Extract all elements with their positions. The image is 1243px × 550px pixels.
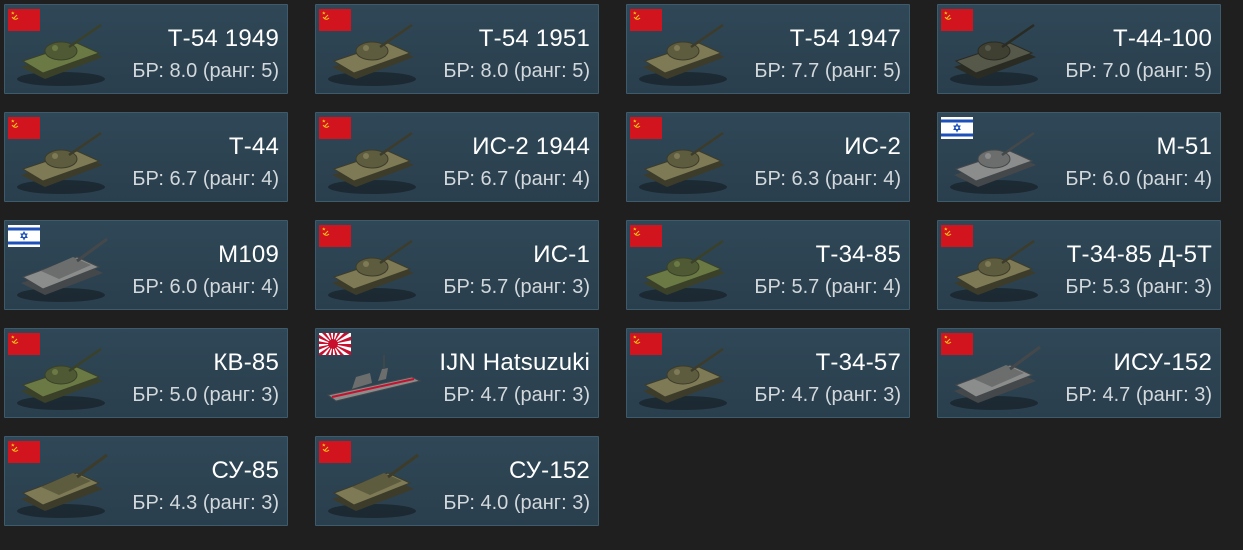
vehicle-battle-rating: БР: 7.0 (ранг: 5): [1065, 60, 1212, 82]
vehicle-battle-rating: БР: 8.0 (ранг: 5): [132, 60, 279, 82]
ussr-flag: [630, 225, 662, 247]
vehicle-battle-rating: БР: 8.0 (ранг: 5): [443, 60, 590, 82]
vehicle-battle-rating: БР: 4.0 (ранг: 3): [443, 492, 590, 514]
vehicle-battle-rating: БР: 7.7 (ранг: 5): [754, 60, 901, 82]
ussr-flag: [8, 9, 40, 31]
vehicle-card[interactable]: ИС-2 1944 БР: 6.7 (ранг: 4): [315, 112, 599, 202]
ussr-flag: [941, 333, 973, 355]
vehicle-name: ИС-1: [533, 241, 590, 268]
vehicle-battle-rating: БР: 6.3 (ранг: 4): [754, 168, 901, 190]
japan-flag: [319, 333, 351, 355]
vehicle-name: Т-54 1951: [478, 25, 590, 52]
vehicle-name: Т-34-85 Д-5Т: [1066, 241, 1212, 268]
vehicle-name: IJN Hatsuzuki: [439, 349, 590, 376]
vehicle-battle-rating: БР: 4.7 (ранг: 3): [754, 384, 901, 406]
vehicle-battle-rating: БР: 5.7 (ранг: 3): [443, 276, 590, 298]
vehicle-name: M-51: [1156, 133, 1212, 160]
vehicle-name: ИСУ-152: [1113, 349, 1212, 376]
ussr-flag: [941, 225, 973, 247]
vehicle-battle-rating: БР: 5.0 (ранг: 3): [132, 384, 279, 406]
vehicle-card[interactable]: СУ-152 БР: 4.0 (ранг: 3): [315, 436, 599, 526]
ussr-flag: [319, 117, 351, 139]
vehicle-card[interactable]: M109 БР: 6.0 (ранг: 4): [4, 220, 288, 310]
vehicle-name: Т-34-57: [815, 349, 901, 376]
vehicle-name: Т-44-100: [1113, 25, 1212, 52]
vehicle-name: ИС-2: [844, 133, 901, 160]
vehicle-name: Т-54 1949: [167, 25, 279, 52]
vehicle-battle-rating: БР: 4.7 (ранг: 3): [443, 384, 590, 406]
vehicle-name: M109: [218, 241, 279, 268]
ussr-flag: [630, 117, 662, 139]
ussr-flag: [630, 333, 662, 355]
vehicle-battle-rating: БР: 6.7 (ранг: 4): [132, 168, 279, 190]
vehicle-name: СУ-85: [211, 457, 279, 484]
israel-flag: [941, 117, 973, 139]
vehicle-battle-rating: БР: 4.3 (ранг: 3): [132, 492, 279, 514]
ussr-flag: [941, 9, 973, 31]
vehicle-name: Т-44: [228, 133, 279, 160]
vehicle-card[interactable]: IJN Hatsuzuki БР: 4.7 (ранг: 3): [315, 328, 599, 418]
vehicle-card[interactable]: ИСУ-152 БР: 4.7 (ранг: 3): [937, 328, 1221, 418]
vehicle-battle-rating: БР: 4.7 (ранг: 3): [1065, 384, 1212, 406]
vehicle-card[interactable]: Т-34-57 БР: 4.7 (ранг: 3): [626, 328, 910, 418]
vehicle-battle-rating: БР: 6.0 (ранг: 4): [132, 276, 279, 298]
vehicle-card[interactable]: M-51 БР: 6.0 (ранг: 4): [937, 112, 1221, 202]
vehicle-name: ИС-2 1944: [472, 133, 590, 160]
vehicle-battle-rating: БР: 5.3 (ранг: 3): [1065, 276, 1212, 298]
vehicle-battle-rating: БР: 6.0 (ранг: 4): [1065, 168, 1212, 190]
ussr-flag: [630, 9, 662, 31]
vehicle-battle-rating: БР: 6.7 (ранг: 4): [443, 168, 590, 190]
ussr-flag: [319, 225, 351, 247]
vehicle-card[interactable]: Т-54 1947 БР: 7.7 (ранг: 5): [626, 4, 910, 94]
vehicle-card[interactable]: Т-54 1951 БР: 8.0 (ранг: 5): [315, 4, 599, 94]
vehicle-card[interactable]: Т-54 1949 БР: 8.0 (ранг: 5): [4, 4, 288, 94]
vehicle-card[interactable]: СУ-85 БР: 4.3 (ранг: 3): [4, 436, 288, 526]
vehicle-card[interactable]: Т-44-100 БР: 7.0 (ранг: 5): [937, 4, 1221, 94]
vehicle-card[interactable]: КВ-85 БР: 5.0 (ранг: 3): [4, 328, 288, 418]
vehicle-card[interactable]: Т-34-85 Д-5Т БР: 5.3 (ранг: 3): [937, 220, 1221, 310]
ussr-flag: [8, 441, 40, 463]
israel-flag: [8, 225, 40, 247]
vehicle-name: Т-34-85: [815, 241, 901, 268]
vehicle-name: Т-54 1947: [789, 25, 901, 52]
vehicle-grid: Т-54 1949 БР: 8.0 (ранг: 5) Т-54 1951 БР…: [0, 0, 1243, 550]
vehicle-card[interactable]: Т-44 БР: 6.7 (ранг: 4): [4, 112, 288, 202]
ussr-flag: [319, 9, 351, 31]
ussr-flag: [8, 333, 40, 355]
vehicle-name: КВ-85: [213, 349, 279, 376]
ussr-flag: [8, 117, 40, 139]
vehicle-card[interactable]: ИС-1 БР: 5.7 (ранг: 3): [315, 220, 599, 310]
ussr-flag: [319, 441, 351, 463]
vehicle-battle-rating: БР: 5.7 (ранг: 4): [754, 276, 901, 298]
vehicle-card[interactable]: ИС-2 БР: 6.3 (ранг: 4): [626, 112, 910, 202]
vehicle-card[interactable]: Т-34-85 БР: 5.7 (ранг: 4): [626, 220, 910, 310]
vehicle-name: СУ-152: [508, 457, 590, 484]
